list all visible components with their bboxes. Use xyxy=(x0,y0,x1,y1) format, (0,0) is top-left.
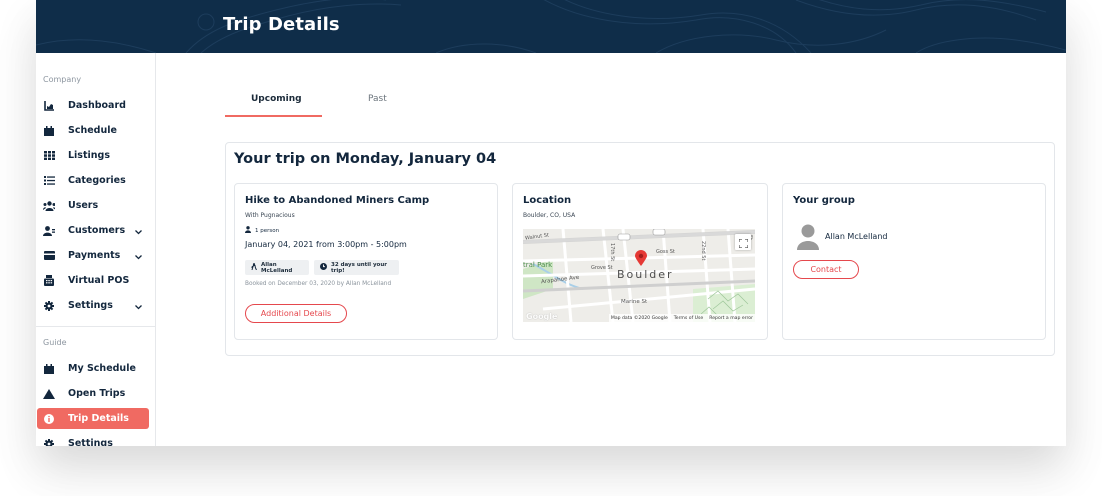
chevron-down-icon xyxy=(135,302,142,313)
street-label: Grove St xyxy=(591,265,613,271)
sidebar-item-settings[interactable]: Settings xyxy=(37,295,149,316)
fullscreen-button[interactable] xyxy=(735,234,751,250)
gear-icon xyxy=(43,300,55,312)
avatar xyxy=(797,224,819,254)
sidebar-item-users[interactable]: Users xyxy=(37,195,149,216)
grid-icon xyxy=(43,150,55,162)
sidebar-item-label: Open Trips xyxy=(68,388,126,399)
sidebar: Company Dashboard Schedule Listings Cate… xyxy=(36,53,156,446)
tab-past[interactable]: Past xyxy=(368,94,387,104)
clock-icon xyxy=(320,263,327,272)
sidebar-item-virtual-pos[interactable]: Virtual POS xyxy=(37,270,149,291)
page-header: Trip Details xyxy=(36,0,1066,53)
sidebar-item-guide-settings[interactable]: Settings xyxy=(37,433,149,446)
sidebar-item-label: Customers xyxy=(68,225,126,236)
gear-icon xyxy=(43,438,55,446)
booked-info: Booked on December 03, 2020 by Allan McL… xyxy=(245,281,392,287)
sidebar-section-company: Company xyxy=(43,75,82,84)
sidebar-item-label: Users xyxy=(68,200,99,211)
activity-datetime: January 04, 2021 from 3:00pm - 5:00pm xyxy=(245,240,407,249)
map-attribution: Map data ©2020 Google Terms of Use Repor… xyxy=(608,314,755,322)
sidebar-item-my-schedule[interactable]: My Schedule xyxy=(37,358,149,379)
group-title: Your group xyxy=(793,195,855,206)
sidebar-item-label: My Schedule xyxy=(68,363,136,374)
location-address: Boulder, CO, USA xyxy=(523,212,576,219)
people-count-label: 1 person xyxy=(255,227,280,234)
credit-card-icon xyxy=(43,250,55,262)
map-pin-icon[interactable] xyxy=(635,250,647,270)
sidebar-item-open-trips[interactable]: Open Trips xyxy=(37,383,149,404)
street-label: Marine St xyxy=(621,299,648,305)
users-icon xyxy=(43,200,55,212)
trip-card: Your trip on Monday, January 04 Hike to … xyxy=(225,142,1055,356)
sidebar-item-schedule[interactable]: Schedule xyxy=(37,120,149,141)
sidebar-item-label: Virtual POS xyxy=(68,275,130,286)
fullscreen-icon xyxy=(737,233,749,252)
sidebar-item-label: Settings xyxy=(68,300,113,311)
park-label: tral Park xyxy=(523,261,553,269)
activity-title: Hike to Abandoned Miners Camp xyxy=(245,195,430,206)
activity-operator: With Pugnacious xyxy=(245,212,295,219)
calendar-icon xyxy=(43,125,55,137)
sidebar-divider xyxy=(36,326,155,327)
additional-details-button[interactable]: Additional Details xyxy=(245,304,347,323)
location-card: Location Boulder, CO, USA Walnut St tral… xyxy=(512,183,768,340)
page-title: Trip Details xyxy=(223,14,340,35)
street-label: Goss St xyxy=(656,249,675,255)
map[interactable]: Walnut St tral Park Grove St Arapahoe Av… xyxy=(523,229,755,322)
sidebar-item-label: Schedule xyxy=(68,125,117,136)
person-icon xyxy=(245,226,251,235)
hiker-icon xyxy=(251,263,257,272)
activity-card: Hike to Abandoned Miners Camp With Pugna… xyxy=(234,183,498,340)
customer-icon xyxy=(43,225,55,237)
group-member-name: Allan McLelland xyxy=(825,232,888,241)
sidebar-item-label: Payments xyxy=(68,250,121,261)
countdown-tag-label: 32 days until your trip! xyxy=(331,261,387,274)
people-count: 1 person xyxy=(245,226,279,235)
map-copyright: Map data ©2020 Google xyxy=(610,315,668,321)
mountain-icon xyxy=(43,388,55,400)
chevron-down-icon xyxy=(135,252,142,263)
location-title: Location xyxy=(523,195,572,206)
sidebar-item-label: Settings xyxy=(68,438,113,446)
trip-heading: Your trip on Monday, January 04 xyxy=(234,151,497,167)
sidebar-item-label: Trip Details xyxy=(68,413,129,424)
sidebar-item-listings[interactable]: Listings xyxy=(37,145,149,166)
chart-icon xyxy=(43,100,55,112)
tab-active-indicator xyxy=(225,115,322,117)
sidebar-item-label: Dashboard xyxy=(68,100,126,111)
street-label: 22nd St xyxy=(700,241,706,261)
map-report-link[interactable]: Report a map error xyxy=(709,316,753,321)
list-icon xyxy=(43,175,55,187)
google-logo: Google xyxy=(526,312,558,321)
sidebar-item-categories[interactable]: Categories xyxy=(37,170,149,191)
sidebar-section-guide: Guide xyxy=(43,338,67,347)
calendar-icon xyxy=(43,363,55,375)
map-terms-link[interactable]: Terms of Use xyxy=(674,316,703,321)
sidebar-item-label: Listings xyxy=(68,150,110,161)
chevron-down-icon xyxy=(135,227,142,238)
tab-upcoming[interactable]: Upcoming xyxy=(251,94,302,104)
guide-tag: Allan McLelland xyxy=(245,260,309,275)
group-card: Your group Allan McLelland Contact xyxy=(782,183,1046,340)
contact-button[interactable]: Contact xyxy=(793,260,859,279)
sidebar-item-trip-details[interactable]: Trip Details xyxy=(37,408,149,429)
sidebar-item-dashboard[interactable]: Dashboard xyxy=(37,95,149,116)
info-icon xyxy=(43,413,55,425)
topographic-background xyxy=(36,0,1066,53)
pos-icon xyxy=(43,275,55,287)
guide-tag-label: Allan McLelland xyxy=(261,261,293,274)
sidebar-item-payments[interactable]: Payments xyxy=(37,245,149,266)
countdown-tag: 32 days until your trip! xyxy=(314,260,399,275)
app-window: Trip Details Company Dashboard Schedule … xyxy=(36,0,1066,446)
street-label: 17th St xyxy=(609,243,615,262)
sidebar-item-label: Categories xyxy=(68,175,126,186)
sidebar-item-customers[interactable]: Customers xyxy=(37,220,149,241)
